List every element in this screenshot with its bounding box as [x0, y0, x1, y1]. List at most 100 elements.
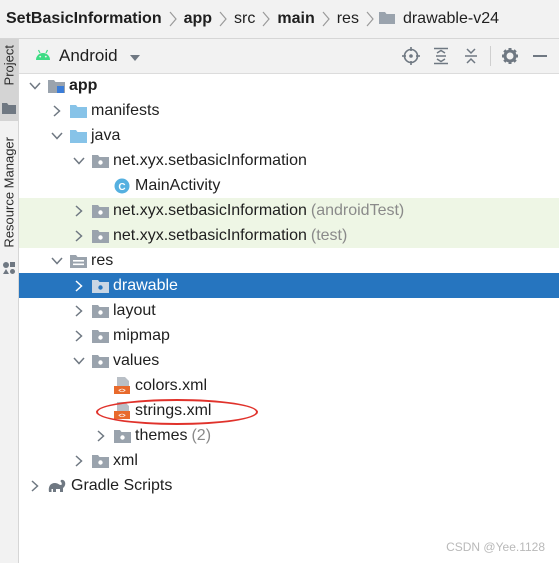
tree-label: drawable [113, 276, 178, 294]
chevron-right-icon [214, 0, 232, 38]
tree-label-count: (2) [191, 426, 212, 444]
tree-row-strings-xml[interactable]: <> strings.xml [19, 398, 559, 423]
breadcrumb-item-app[interactable]: app [182, 0, 232, 38]
chevron-down-icon[interactable] [49, 128, 65, 144]
hide-panel-button[interactable] [525, 39, 555, 73]
tree-label: net.xyx.setbasicInformation [113, 201, 307, 219]
chevron-right-icon[interactable] [71, 228, 87, 244]
settings-button[interactable] [495, 39, 525, 73]
expand-all-icon [434, 47, 448, 65]
chevron-right-icon[interactable] [49, 103, 65, 119]
svg-text:<>: <> [118, 413, 126, 420]
view-mode-select[interactable]: Android [35, 46, 140, 66]
chevron-right-icon[interactable] [71, 453, 87, 469]
breadcrumb-item-main[interactable]: main [275, 0, 334, 38]
tree-label-suffix: (androidTest) [310, 201, 405, 219]
breadcrumb-label: res [336, 10, 359, 27]
package-icon [91, 227, 109, 245]
chevron-right-icon[interactable] [71, 278, 87, 294]
tree-label: app [69, 76, 98, 94]
breadcrumb-item-src[interactable]: src [232, 0, 275, 38]
tree-row-layout[interactable]: layout [19, 298, 559, 323]
watermark: CSDN @Yee.1128 [446, 540, 545, 554]
tree-row-gradle-scripts[interactable]: Gradle Scripts [19, 473, 559, 498]
tree-label: MainActivity [135, 176, 221, 194]
target-icon [402, 47, 420, 65]
toolbar-actions [396, 39, 559, 73]
dropdown-arrow-icon [129, 46, 140, 66]
tool-window-strip: Project Resource Manager [0, 39, 19, 563]
tree-row-java[interactable]: java [19, 123, 559, 148]
minimize-icon [533, 55, 547, 57]
chevron-right-icon[interactable] [71, 303, 87, 319]
tree-label: Gradle Scripts [71, 476, 173, 494]
breadcrumb-item-project[interactable]: SetBasicInformation [0, 0, 182, 38]
xml-file-icon: <> [113, 402, 131, 420]
project-tree: app manifests java net.xyx.setbasicInfor… [19, 73, 559, 498]
class-icon: C [113, 177, 131, 195]
breadcrumb: SetBasicInformation app src main res dra… [0, 0, 559, 39]
tree-label: res [91, 251, 114, 269]
tree-row-themes[interactable]: themes (2) [19, 423, 559, 448]
chevron-down-icon[interactable] [49, 253, 65, 269]
package-icon [91, 452, 109, 470]
breadcrumb-label: main [277, 10, 315, 27]
tree-row-manifests[interactable]: manifests [19, 98, 559, 123]
tree-row-package-main[interactable]: net.xyx.setbasicInformation [19, 148, 559, 173]
tree-row-package-test[interactable]: net.xyx.setbasicInformation (test) [19, 223, 559, 248]
chevron-right-icon [257, 0, 275, 38]
breadcrumb-item-res[interactable]: res [335, 0, 379, 38]
chevron-down-icon[interactable] [71, 353, 87, 369]
package-icon [91, 352, 109, 370]
tree-label: mipmap [113, 326, 170, 344]
svg-text:C: C [118, 182, 125, 193]
res-folder-icon [69, 252, 87, 270]
tree-row-values[interactable]: values [19, 348, 559, 373]
collapse-all-icon [465, 48, 477, 64]
breadcrumb-label: app [183, 10, 213, 27]
module-folder-icon [47, 77, 65, 95]
tree-label: strings.xml [135, 401, 212, 419]
tree-row-res[interactable]: res [19, 248, 559, 273]
tab-resource-manager-label: Resource Manager [1, 137, 17, 248]
tree-row-mainactivity[interactable]: C MainActivity [19, 173, 559, 198]
expand-all-button[interactable] [426, 39, 456, 73]
resource-manager-icon [2, 261, 16, 280]
tree-label: colors.xml [135, 376, 208, 394]
tree-row-drawable[interactable]: drawable [19, 273, 559, 298]
chevron-right-icon[interactable] [93, 428, 109, 444]
collapse-all-button[interactable] [456, 39, 486, 73]
chevron-right-icon[interactable] [71, 203, 87, 219]
breadcrumb-item-drawable-v24[interactable]: drawable-v24 [378, 0, 501, 38]
chevron-right-icon[interactable] [27, 478, 43, 494]
tree-label: themes [135, 426, 188, 444]
chevron-right-icon[interactable] [71, 328, 87, 344]
chevron-right-icon [164, 0, 182, 38]
tree-row-app[interactable]: app [19, 73, 559, 98]
xml-file-icon: <> [113, 377, 131, 395]
tree-label: layout [113, 301, 156, 319]
chevron-down-icon[interactable] [71, 153, 87, 169]
folder-icon [69, 127, 87, 145]
project-toolbar: Android [19, 39, 559, 74]
tree-row-xml[interactable]: xml [19, 448, 559, 473]
tree-row-mipmap[interactable]: mipmap [19, 323, 559, 348]
breadcrumb-label: SetBasicInformation [6, 10, 162, 27]
gear-icon [502, 48, 518, 64]
tree-label: values [113, 351, 160, 369]
folder-icon [69, 102, 87, 120]
view-mode-label: Android [59, 46, 118, 65]
tab-project-label: Project [1, 45, 17, 86]
folder-icon [378, 10, 395, 29]
tree-label: java [91, 126, 121, 144]
tree-row-package-androidtest[interactable]: net.xyx.setbasicInformation (androidTest… [19, 198, 559, 223]
tree-label: manifests [91, 101, 160, 119]
tab-project[interactable]: Project [0, 39, 18, 121]
chevron-right-icon [317, 0, 335, 38]
breadcrumb-label: drawable-v24 [402, 10, 500, 27]
tree-label: net.xyx.setbasicInformation [113, 226, 307, 244]
chevron-down-icon[interactable] [27, 78, 43, 94]
tree-row-colors-xml[interactable]: <> colors.xml [19, 373, 559, 398]
locate-file-button[interactable] [396, 39, 426, 73]
gradle-icon [47, 477, 67, 495]
